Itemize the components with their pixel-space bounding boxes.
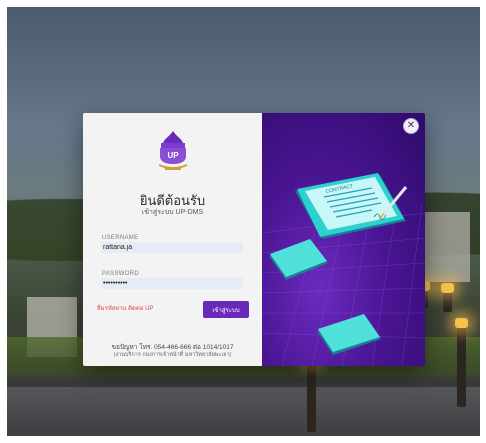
username-input[interactable] <box>101 242 243 253</box>
background-paving <box>7 387 480 436</box>
phone-icon <box>269 239 328 280</box>
lamp-post-icon <box>441 283 454 312</box>
password-label: PASSWORD <box>102 271 139 277</box>
svg-text:UP: UP <box>167 151 179 160</box>
illustration-panel: CONTRACT ✕ <box>262 113 425 366</box>
login-button[interactable]: เข้าสู่ระบบ <box>203 301 249 318</box>
university-logo: UP <box>158 131 188 170</box>
background-scene: UP ยินดีต้อนรับ เข้าสู่ระบบ UP-DMS USERN… <box>7 7 480 436</box>
footer-department: (งานบริการ กองการเจ้าหน้าที่ มหาวิทยาลัย… <box>113 352 232 358</box>
login-subtitle: เข้าสู่ระบบ UP-DMS <box>141 209 204 216</box>
username-label: USERNAME <box>102 235 139 241</box>
close-icon[interactable]: ✕ <box>403 118 419 134</box>
phone-icon <box>317 314 381 355</box>
login-modal: UP ยินดีต้อนรับ เข้าสู่ระบบ UP-DMS USERN… <box>83 113 425 366</box>
lamp-post-icon <box>455 318 468 407</box>
login-form-panel: UP ยินดีต้อนรับ เข้าสู่ระบบ UP-DMS USERN… <box>83 113 262 366</box>
phone-contract-illustration: CONTRACT <box>262 173 425 366</box>
password-input[interactable] <box>101 278 243 289</box>
forgot-password-link[interactable]: ลืมรหัสผ่าน ติดต่อ UP <box>97 303 153 313</box>
lamp-post-icon <box>305 353 318 432</box>
